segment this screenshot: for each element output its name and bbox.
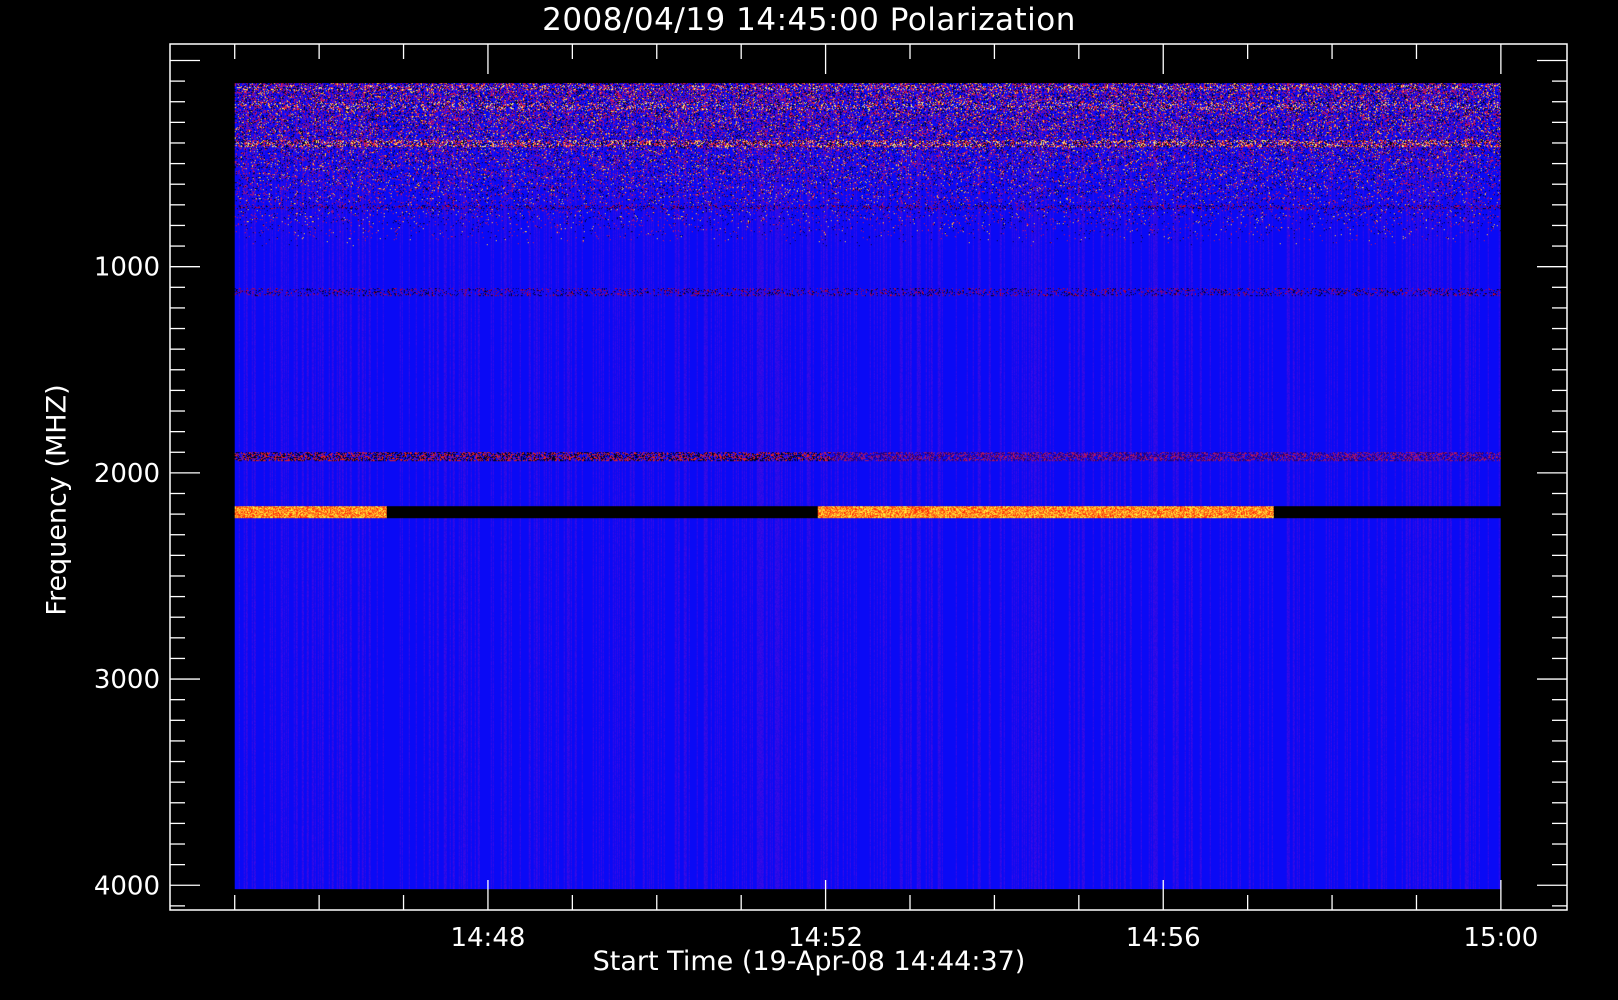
y-tick-label: 4000 [94,871,160,901]
y-tick-label: 3000 [94,665,160,695]
chart-title: 2008/04/19 14:45:00 Polarization [542,2,1076,38]
spectrogram-chart: 100020003000400014:48 14:52 14:56 15:00 [0,0,1618,1000]
heatmap-image [234,83,1501,890]
spectrogram-pixels [234,83,1501,890]
x-axis-label: Start Time (19-Apr-08 14:44:37) [592,946,1026,977]
y-axis-label: Frequency (MHZ) [41,384,73,616]
y-tick-label: 2000 [94,459,160,489]
y-tick-label: 1000 [94,253,160,283]
